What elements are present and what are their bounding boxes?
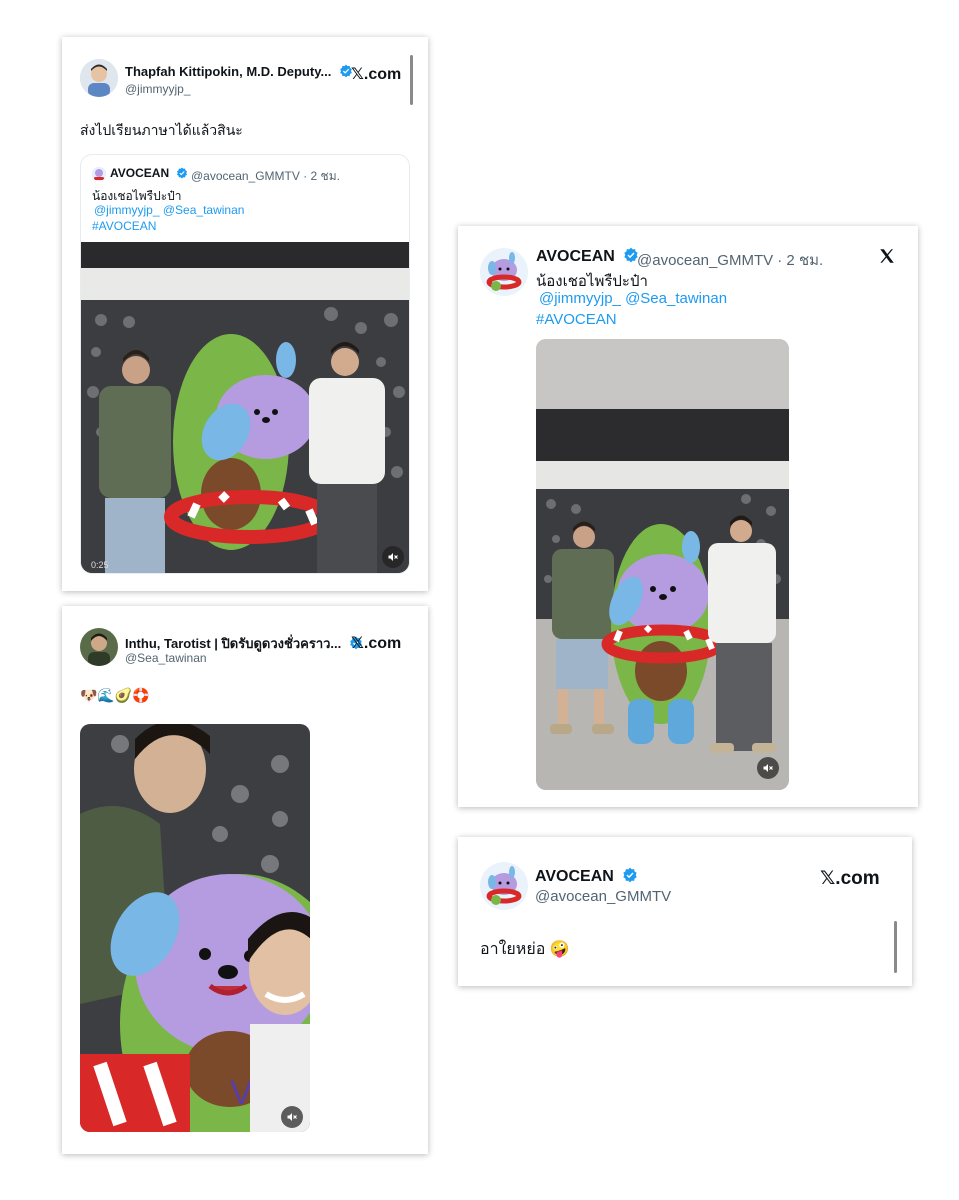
mascot-avatar-icon xyxy=(480,862,528,910)
tweet-video[interactable] xyxy=(536,339,789,790)
tweet-text: อาใยหย่อ 🤪 xyxy=(480,937,570,962)
hashtag-avocean[interactable]: #AVOCEAN xyxy=(92,219,156,233)
quote-handle-time[interactable]: @avocean_GMMTV · 2 ชม. xyxy=(191,167,340,186)
tweet-mentions: @jimmyyjp_ @Sea_tawinan xyxy=(539,290,727,307)
avatar[interactable] xyxy=(80,59,118,97)
author-handle[interactable]: @avocean_GMMTV xyxy=(535,888,671,905)
x-com-link[interactable]: 𝕏.com xyxy=(820,867,880,890)
author-name-text[interactable]: AVOCEAN xyxy=(536,248,615,265)
tweet-card-thapfah: Thapfah Kittipokin, M.D. Deputy... @jimm… xyxy=(62,37,428,591)
video-frame xyxy=(536,339,789,790)
quote-mentions: @jimmyyjp_ @Sea_tawinan xyxy=(94,203,244,217)
quote-author-name[interactable]: AVOCEAN xyxy=(110,166,188,180)
mute-button[interactable] xyxy=(757,757,779,779)
tweet-card-inthu: Inthu, Tarotist | ปิดรับดูดวงชั่วคราว...… xyxy=(62,606,428,1154)
muted-speaker-icon xyxy=(287,1113,297,1121)
hashtag-avocean[interactable]: #AVOCEAN xyxy=(536,311,617,328)
quote-video[interactable]: 0:25 xyxy=(81,242,409,573)
mention-jimmyyjp[interactable]: @jimmyyjp_ xyxy=(539,290,621,307)
mute-button[interactable] xyxy=(281,1106,303,1128)
author-handle[interactable]: @Sea_tawinan xyxy=(125,651,207,665)
svg-text:V: V xyxy=(230,1074,253,1112)
mention-sea-tawinan[interactable]: @Sea_tawinan xyxy=(163,203,245,217)
photo: V xyxy=(80,724,310,1132)
scrollbar[interactable] xyxy=(410,55,413,105)
verified-badge-icon xyxy=(177,167,188,179)
quote-avatar xyxy=(92,167,106,181)
author-name-text[interactable]: AVOCEAN xyxy=(535,868,614,885)
mention-jimmyyjp[interactable]: @jimmyyjp_ xyxy=(94,203,160,217)
muted-speaker-icon xyxy=(388,553,398,561)
mascot-avatar-icon xyxy=(480,248,528,296)
video-time: 0:25 xyxy=(91,560,109,570)
author-name-text[interactable]: Thapfah Kittipokin, M.D. Deputy... xyxy=(125,64,331,79)
avatar-image xyxy=(80,628,118,666)
author-name[interactable]: AVOCEAN xyxy=(535,867,638,886)
author-name-text[interactable]: Inthu, Tarotist | ปิดรับดูดวงชั่วคราว... xyxy=(125,636,341,651)
tweet-card-avocean-reply: AVOCEAN @avocean_GMMTV 𝕏.com อาใยหย่อ 🤪 xyxy=(458,837,912,986)
tweet-emojis: 🐶🌊🥑🛟 xyxy=(80,687,150,703)
tweet-text: ส่งไปเรียนภาษาได้แล้วสินะ xyxy=(80,122,243,138)
avatar[interactable] xyxy=(480,862,528,910)
x-logo-icon[interactable] xyxy=(878,247,896,265)
tweet-card-avocean-post: AVOCEAN @avocean_GMMTV · 2 ชม. น้องเชอไพ… xyxy=(458,226,918,807)
author-handle[interactable]: @jimmyyjp_ xyxy=(125,82,191,96)
quoted-tweet[interactable]: AVOCEAN @avocean_GMMTV · 2 ชม. น้องเชอไพ… xyxy=(80,154,410,574)
muted-speaker-icon xyxy=(763,764,773,772)
x-com-link[interactable]: 𝕏.com xyxy=(351,64,401,84)
author-name[interactable]: AVOCEAN xyxy=(536,247,639,266)
scrollbar[interactable] xyxy=(894,921,897,973)
mute-button[interactable] xyxy=(382,546,404,568)
verified-badge-icon xyxy=(623,867,637,883)
video-frame: 0:25 xyxy=(81,242,409,573)
avatar[interactable] xyxy=(80,628,118,666)
x-com-link[interactable]: 𝕏.com xyxy=(351,633,401,653)
tweet-media[interactable]: V xyxy=(80,724,310,1132)
mascot-avatar-icon xyxy=(92,167,106,181)
quote-author-name-text[interactable]: AVOCEAN xyxy=(110,166,169,180)
author-handle-time[interactable]: @avocean_GMMTV · 2 ชม. xyxy=(637,248,823,272)
avatar-image xyxy=(80,59,118,97)
avatar[interactable] xyxy=(480,248,528,296)
mention-sea-tawinan[interactable]: @Sea_tawinan xyxy=(625,290,727,307)
tweet-text-content: อาใยหย่อ xyxy=(480,941,546,958)
zany-face-emoji: 🤪 xyxy=(549,941,570,958)
author-name[interactable]: Thapfah Kittipokin, M.D. Deputy... xyxy=(125,64,353,79)
